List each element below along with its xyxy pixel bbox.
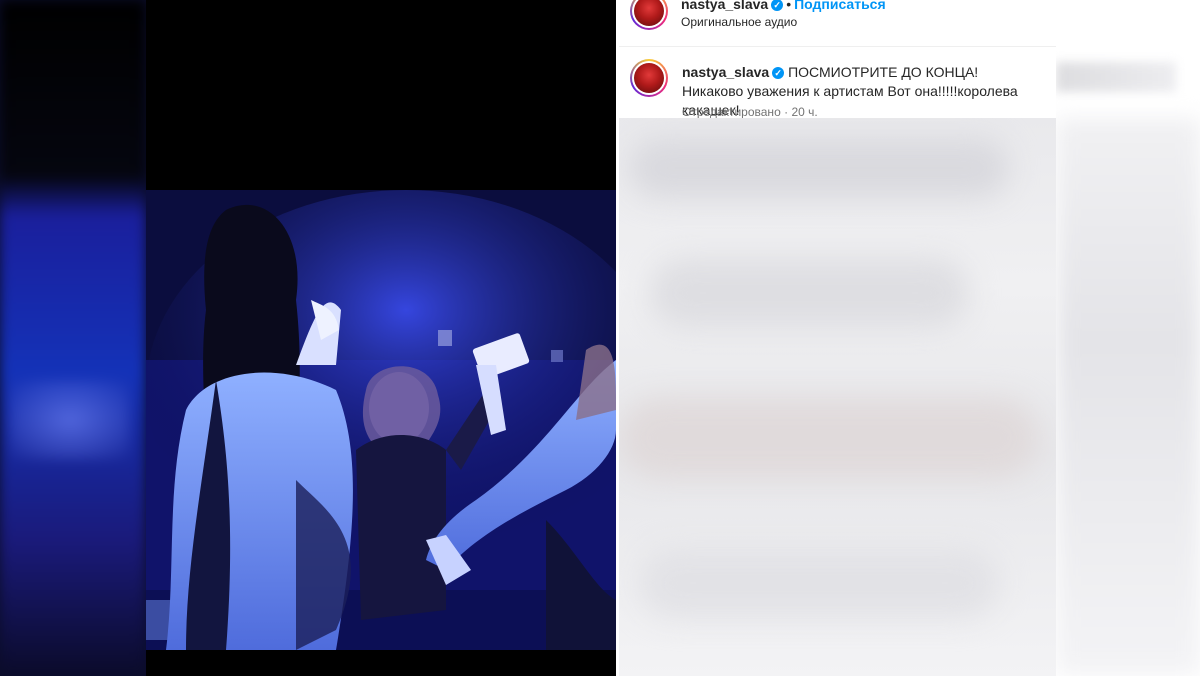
- caption-block: nastya_slava ✓ ПОСМИОТРИТЕ ДО КОНЦА! Ника…: [619, 47, 1056, 119]
- avatar-image: [634, 63, 664, 93]
- blurred-comment: [619, 398, 1039, 478]
- username-link[interactable]: nastya_slava: [681, 0, 768, 12]
- caption-username-link[interactable]: nastya_slava: [682, 64, 769, 80]
- meta-separator: ·: [784, 105, 789, 119]
- caption-meta: Отредактировано · 20 ч.: [682, 105, 818, 119]
- edited-label: Отредактировано: [682, 105, 781, 119]
- verified-badge-icon: ✓: [772, 67, 785, 80]
- blurred-background-right: [1056, 0, 1200, 676]
- profile-avatar[interactable]: [630, 0, 668, 30]
- follow-button[interactable]: Подписаться: [794, 0, 886, 12]
- blurred-comment: [649, 258, 969, 328]
- blurred-background-left: [0, 0, 146, 676]
- post-header: nastya_slava ✓ • Подписаться Оригинальное а…: [619, 0, 1056, 47]
- header-user-line: nastya_slava ✓ • Подписаться: [681, 0, 886, 12]
- blurred-comment: [639, 548, 999, 618]
- screenshot-stage: nastya_slava ✓ • Подписаться Оригинальное а…: [0, 0, 1200, 676]
- verified-badge-icon: ✓: [771, 0, 784, 12]
- avatar-image: [634, 0, 664, 26]
- post-side-panel: nastya_slava ✓ • Подписаться Оригинальное а…: [619, 0, 1056, 676]
- caption-avatar[interactable]: [630, 59, 668, 97]
- original-audio-link[interactable]: Оригинальное аудио: [681, 15, 797, 29]
- blurred-text-ghost: [1056, 62, 1176, 92]
- background-glow: [10, 380, 130, 460]
- video-letterbox-bottom: [146, 650, 616, 676]
- reel-video-player[interactable]: [146, 0, 616, 676]
- blurred-comment: [629, 138, 1009, 198]
- video-frame[interactable]: [146, 190, 616, 650]
- time-ago[interactable]: 20 ч.: [791, 105, 817, 119]
- concert-stage-scene: [146, 190, 616, 650]
- blurred-comments-area: [619, 118, 1056, 676]
- stage-light: [551, 350, 563, 362]
- stage-light: [438, 330, 452, 346]
- blurred-area-ghost: [1056, 118, 1200, 676]
- separator: •: [786, 0, 792, 12]
